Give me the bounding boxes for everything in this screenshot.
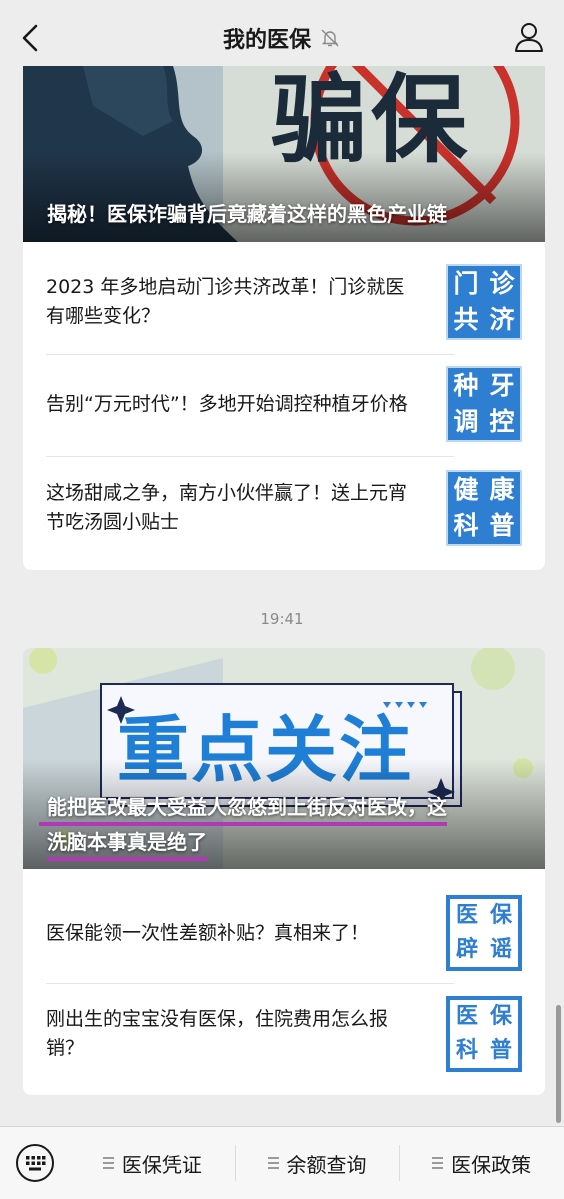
thumb-char: 医 bbox=[455, 1004, 478, 1029]
thumb-char: 医 bbox=[455, 903, 478, 928]
article-title: 2023 年多地启动门诊共济改革！门诊就医有哪些变化？ bbox=[46, 276, 405, 327]
thumb-char: 辟 bbox=[455, 937, 478, 962]
back-button[interactable] bbox=[16, 20, 48, 56]
article-title: 告别“万元时代”！多地开始调控种植牙价格 bbox=[46, 392, 408, 415]
menu-lines-icon bbox=[267, 1157, 279, 1169]
article-card-2: 重点关注 能把医改最大受益人忽悠到上街反对医改，这 洗脑本事真是绝了 医保能领一… bbox=[23, 648, 545, 1095]
bottom-menu-bar: 医保凭证 余额查询 医保政策 bbox=[0, 1126, 564, 1199]
thumb-char: 科 bbox=[453, 511, 479, 540]
divider bbox=[46, 354, 454, 355]
thumb-char: 济 bbox=[489, 305, 515, 334]
thumb-char: 谣 bbox=[489, 937, 512, 962]
page-title: 我的医保 bbox=[222, 28, 311, 53]
article-thumbnail: 门 诊 共 济 bbox=[446, 264, 522, 340]
article-item-1[interactable]: 2023 年多地启动门诊共济改革！门诊就医有哪些变化？ 门 诊 共 济 bbox=[46, 262, 522, 342]
article-title: 医保能领一次性差额补贴？真相来了！ bbox=[46, 921, 370, 944]
thumb-char: 康 bbox=[489, 475, 515, 504]
thumb-char: 科 bbox=[455, 1038, 478, 1063]
menu-balance-inquiry[interactable]: 余额查询 bbox=[234, 1127, 400, 1199]
menu-group: 医保凭证 余额查询 医保政策 bbox=[70, 1127, 564, 1199]
divider bbox=[46, 456, 454, 457]
banner-caption: 揭秘！医保诈骗背后竟藏着这样的黑色产业链 bbox=[47, 202, 447, 226]
thumb-char: 保 bbox=[489, 903, 512, 928]
thumb-char: 普 bbox=[489, 511, 515, 540]
menu-label: 余额查询 bbox=[286, 1152, 367, 1177]
menu-lines-icon bbox=[432, 1157, 444, 1169]
article-title: 刚出生的宝宝没有医保，住院费用怎么报销？ bbox=[46, 1008, 389, 1059]
divider bbox=[46, 983, 454, 984]
thumb-char: 共 bbox=[453, 305, 479, 334]
headline-banner-1[interactable]: 骗保 揭秘！医保诈骗背后竟藏着这样的黑色产业链 bbox=[23, 66, 545, 242]
article-thumbnail: 种 牙 调 控 bbox=[446, 366, 522, 442]
thumb-char: 诊 bbox=[489, 269, 515, 298]
scrollbar[interactable] bbox=[556, 1005, 561, 1123]
article-item-2[interactable]: 告别“万元时代”！多地开始调控种植牙价格 种 牙 调 控 bbox=[46, 364, 522, 444]
headline-banner-2[interactable]: 重点关注 能把医改最大受益人忽悠到上街反对医改，这 洗脑本事真是绝了 bbox=[23, 648, 545, 869]
menu-medical-certificate[interactable]: 医保凭证 bbox=[70, 1127, 235, 1199]
thumb-char: 保 bbox=[489, 1004, 512, 1029]
bell-muted-icon bbox=[321, 29, 339, 47]
article-thumbnail: 医 保 科 普 bbox=[446, 996, 522, 1072]
chevron-left-icon bbox=[22, 24, 38, 52]
article-item-3[interactable]: 这场甜咸之争，南方小伙伴赢了！送上元宵节吃汤圆小贴士 健 康 科 普 bbox=[46, 468, 522, 548]
banner-caption-line-2: 洗脑本事真是绝了 bbox=[47, 827, 207, 861]
thumb-char: 调 bbox=[453, 407, 479, 436]
profile-button[interactable] bbox=[512, 20, 546, 54]
thumb-char: 健 bbox=[453, 475, 479, 504]
title-group: 我的医保 bbox=[223, 22, 341, 54]
keyboard-toggle-button[interactable] bbox=[0, 1127, 70, 1199]
menu-lines-icon bbox=[102, 1157, 114, 1169]
keyboard-icon bbox=[16, 1144, 54, 1182]
article-card-1: 骗保 揭秘！医保诈骗背后竟藏着这样的黑色产业链 2023 年多地启动门诊共济改革… bbox=[23, 66, 545, 570]
thumb-char: 牙 bbox=[489, 371, 515, 400]
menu-label: 医保政策 bbox=[451, 1152, 532, 1177]
article-title: 这场甜咸之争，南方小伙伴赢了！送上元宵节吃汤圆小贴士 bbox=[46, 482, 408, 533]
thumb-char: 种 bbox=[453, 371, 479, 400]
thumb-char: 普 bbox=[489, 1038, 512, 1063]
person-icon bbox=[515, 23, 543, 52]
article-item-5[interactable]: 刚出生的宝宝没有医保，住院费用怎么报销？ 医 保 科 普 bbox=[46, 994, 522, 1074]
banner-caption-line-1: 能把医改最大受益人忽悠到上街反对医改，这 bbox=[39, 792, 447, 826]
article-thumbnail: 医 保 辟 谣 bbox=[446, 895, 522, 971]
thumb-char: 控 bbox=[489, 407, 515, 436]
top-bar: 我的医保 bbox=[0, 0, 564, 76]
banner-caption: 能把医改最大受益人忽悠到上街反对医改，这 洗脑本事真是绝了 bbox=[39, 791, 525, 861]
menu-label: 医保凭证 bbox=[121, 1152, 202, 1177]
article-item-4[interactable]: 医保能领一次性差额补贴？真相来了！ 医 保 辟 谣 bbox=[46, 893, 522, 973]
message-timestamp: 19:41 bbox=[260, 610, 304, 628]
thumb-char: 门 bbox=[453, 269, 479, 298]
menu-insurance-policy[interactable]: 医保政策 bbox=[399, 1127, 564, 1199]
article-thumbnail: 健 康 科 普 bbox=[446, 470, 522, 546]
